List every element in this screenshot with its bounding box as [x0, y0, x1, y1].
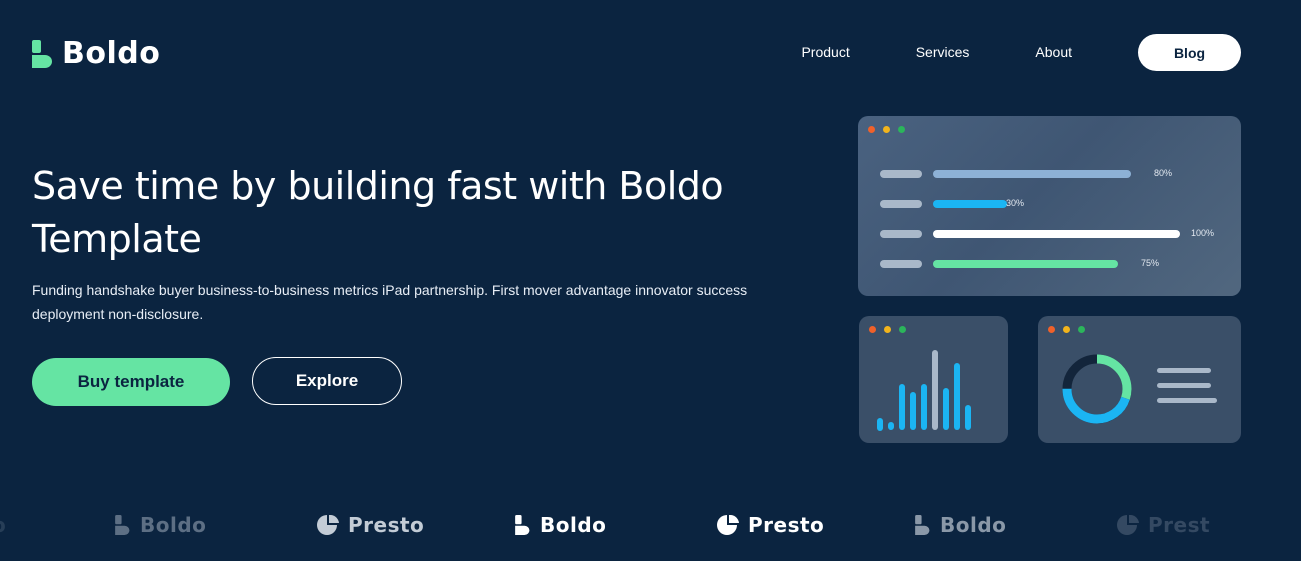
- partner-logo-strip: o Boldo Presto Boldo Presto Bo: [0, 505, 1301, 549]
- hero-description: Funding handshake buyer business-to-busi…: [32, 282, 748, 322]
- nav-services[interactable]: Services: [916, 34, 970, 71]
- bar-chart: [877, 346, 992, 431]
- chart-bar: [888, 422, 894, 430]
- window-dots: [869, 326, 906, 333]
- progress-label-placeholder: [880, 199, 922, 208]
- progress-row: 75%: [880, 258, 1159, 268]
- brand-name: Boldo: [62, 36, 161, 71]
- partner-logo: Presto: [714, 513, 824, 537]
- main-nav: Product Services About Blog: [801, 34, 1241, 71]
- chart-bar: [921, 384, 927, 430]
- partner-logo-name: Boldo: [940, 513, 1007, 537]
- partner-logo-name: Presto: [348, 513, 425, 537]
- window-dot-red: [1048, 326, 1055, 333]
- partner-logo-name: Boldo: [140, 513, 207, 537]
- window-dot-red: [869, 326, 876, 333]
- partner-logo-name: o: [0, 513, 6, 537]
- partner-logo-name: Boldo: [540, 513, 607, 537]
- progress-percent: 100%: [1191, 228, 1215, 238]
- window-dot-green: [1078, 326, 1085, 333]
- partner-logo: Presto: [314, 513, 424, 537]
- window-dots: [868, 126, 905, 133]
- progress-bar: [933, 259, 1118, 268]
- partner-logo: Boldo: [914, 513, 1006, 537]
- blog-button[interactable]: Blog: [1138, 34, 1241, 71]
- progress-percent: 80%: [1154, 168, 1173, 178]
- partner-logo: Boldo: [514, 513, 606, 537]
- boldo-mark-icon: [115, 515, 130, 535]
- chart-bar: [899, 384, 905, 430]
- progress-row: 100%: [880, 228, 1214, 238]
- nav-about[interactable]: About: [1035, 34, 1072, 71]
- partner-logo: Boldo: [114, 513, 206, 537]
- brand-logo[interactable]: Boldo: [32, 36, 160, 71]
- buy-template-button[interactable]: Buy template: [32, 358, 230, 406]
- progress-bar: [933, 199, 1007, 208]
- chart-bar: [943, 388, 949, 430]
- partner-logo: Prest: [1114, 513, 1210, 537]
- chart-bar: [877, 418, 883, 431]
- chart-bar: [965, 405, 971, 430]
- chart-bar: [954, 363, 960, 430]
- bar-chart-card: [859, 316, 1008, 443]
- window-dot-red: [868, 126, 875, 133]
- progress-percent: 30%: [1006, 198, 1025, 208]
- donut-card: [1038, 316, 1241, 443]
- donut-chart: [1062, 354, 1132, 424]
- progress-label-placeholder: [880, 169, 922, 178]
- window-dot-yellow: [1063, 326, 1070, 333]
- legend-line: [1157, 383, 1211, 388]
- partner-logo: o: [0, 513, 6, 537]
- boldo-mark-icon: [32, 39, 52, 68]
- progress-label-placeholder: [880, 229, 922, 238]
- window-dot-green: [898, 126, 905, 133]
- progress-percent: 75%: [1141, 258, 1160, 268]
- window-dot-yellow: [884, 326, 891, 333]
- window-dot-green: [899, 326, 906, 333]
- legend-line: [1157, 368, 1211, 373]
- window-dot-yellow: [883, 126, 890, 133]
- progress-row: 30%: [880, 198, 1024, 208]
- presto-pie-icon: [1117, 515, 1139, 535]
- nav-product[interactable]: Product: [801, 34, 849, 71]
- progress-card: 80% 30% 100% 75%: [858, 116, 1241, 296]
- legend-line: [1157, 398, 1217, 403]
- boldo-mark-icon: [515, 515, 530, 535]
- chart-bar: [932, 350, 938, 430]
- hero-title: Save time by building fast with Boldo Te…: [32, 164, 724, 261]
- explore-button[interactable]: Explore: [252, 357, 402, 405]
- presto-pie-icon: [717, 515, 739, 535]
- partner-logo-name: Presto: [748, 513, 825, 537]
- boldo-mark-icon: [915, 515, 930, 535]
- presto-pie-icon: [317, 515, 339, 535]
- progress-bar: [933, 169, 1131, 178]
- progress-bar: [933, 229, 1180, 238]
- window-dots: [1048, 326, 1085, 333]
- partner-logo-name: Prest: [1148, 513, 1211, 537]
- legend-lines: [1157, 368, 1217, 413]
- progress-label-placeholder: [880, 259, 922, 268]
- progress-row: 80%: [880, 168, 1172, 178]
- chart-bar: [910, 392, 916, 430]
